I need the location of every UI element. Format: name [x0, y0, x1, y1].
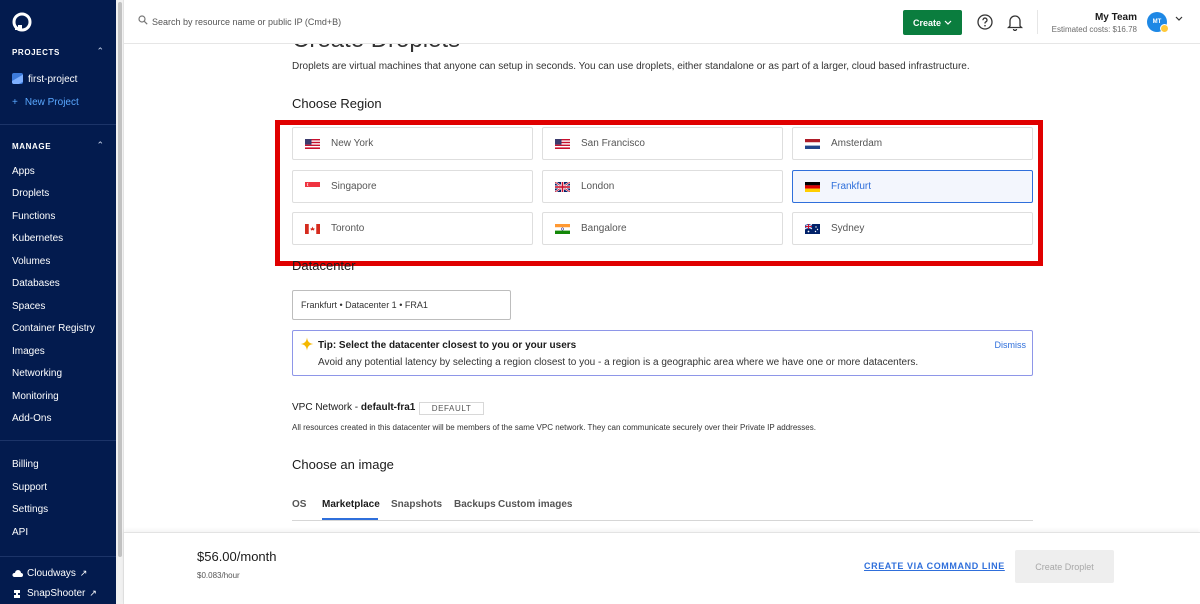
create-label: Create — [912, 17, 941, 28]
sidebar-item-kubernetes[interactable]: Kubernetes — [12, 233, 63, 244]
page-title: Create Droplets — [292, 44, 460, 54]
vpc-network-label: VPC Network - default-fra1 — [292, 402, 415, 413]
dismiss-link[interactable]: Dismiss — [995, 340, 1027, 350]
vpc-name: default-fra1 — [360, 402, 416, 413]
sidebar-link-snapshooter[interactable]: SnapShooter ↗ — [12, 588, 97, 599]
team-name[interactable]: My Team — [1095, 12, 1137, 23]
datacenter-select[interactable]: Frankfurt • Datacenter 1 • FRA1 — [292, 290, 511, 320]
tip-banner: Tip: Select the datacenter closest to yo… — [292, 330, 1033, 376]
chevron-up-icon[interactable]: ⌃ — [96, 140, 104, 151]
default-badge: DEFAULT — [419, 402, 484, 415]
main-content: Create Droplets Droplets are virtual mac… — [124, 44, 1200, 532]
top-bar: Create My Team Estimated costs: $16.78 M… — [124, 0, 1200, 44]
search-input[interactable] — [152, 13, 552, 31]
create-droplet-button[interactable]: Create Droplet — [1015, 550, 1114, 583]
sidebar-item-volumes[interactable]: Volumes — [12, 256, 50, 267]
chevron-down-icon[interactable] — [1175, 16, 1183, 22]
intro-text: Droplets are virtual machines that anyon… — [292, 61, 970, 72]
bottom-bar: $56.00/month $0.083/hour CREATE VIA COMM… — [124, 532, 1200, 604]
avatar-initials: MT — [1152, 19, 1162, 25]
vpc-prefix: VPC Network - — [292, 402, 361, 413]
snapshooter-label: SnapShooter — [27, 588, 86, 599]
sidebar-item-spaces[interactable]: Spaces — [12, 301, 45, 312]
sidebar: PROJECTS ⌃ first-project + New Project MA… — [0, 0, 116, 604]
annotation-highlight-box — [275, 120, 1043, 266]
sidebar-scrollbar-thumb[interactable] — [118, 2, 122, 557]
external-link-icon: ↗ — [89, 588, 97, 598]
hourly-price: $0.083/hour — [197, 571, 240, 580]
tab-backups[interactable]: Backups — [454, 499, 496, 510]
sparkle-icon — [300, 337, 314, 351]
active-tab-underline — [322, 518, 378, 520]
tab-snapshots[interactable]: Snapshots — [391, 499, 442, 510]
cloudways-icon — [12, 569, 23, 577]
sidebar-item-first-project[interactable]: first-project — [12, 73, 77, 85]
new-project-label: New Project — [24, 97, 79, 108]
sidebar-item-api[interactable]: API — [12, 527, 28, 538]
tab-os[interactable]: OS — [292, 499, 306, 510]
chevron-down-icon — [944, 20, 952, 25]
sidebar-item-settings[interactable]: Settings — [12, 504, 48, 515]
sidebar-item-support[interactable]: Support — [12, 482, 47, 493]
sidebar-item-apps[interactable]: Apps — [12, 166, 35, 177]
estimated-cost: Estimated costs: $16.78 — [1051, 25, 1137, 34]
sidebar-item-networking[interactable]: Networking — [12, 368, 62, 379]
tab-marketplace[interactable]: Marketplace — [322, 499, 380, 510]
tabs-rule — [292, 520, 1033, 521]
sidebar-divider — [0, 556, 116, 557]
sidebar-link-cloudways[interactable]: Cloudways ↗ — [12, 568, 87, 579]
avatar-badge-icon — [1160, 24, 1169, 33]
sidebar-item-images[interactable]: Images — [12, 346, 45, 357]
tab-custom-images[interactable]: Custom images — [498, 499, 572, 510]
search-icon — [138, 15, 148, 25]
tip-title: Tip: Select the datacenter closest to yo… — [318, 340, 577, 351]
region-heading: Choose Region — [292, 96, 382, 111]
projects-heading: PROJECTS — [12, 48, 60, 57]
sidebar-item-container-registry[interactable]: Container Registry — [12, 323, 95, 334]
image-heading: Choose an image — [292, 457, 394, 472]
datacenter-heading: Datacenter — [292, 258, 356, 273]
chevron-up-icon[interactable]: ⌃ — [96, 46, 104, 57]
sidebar-item-databases[interactable]: Databases — [12, 278, 60, 289]
project-icon — [12, 73, 23, 84]
topbar-divider — [1037, 10, 1038, 34]
sidebar-divider — [0, 440, 116, 441]
create-button[interactable]: Create — [903, 10, 962, 35]
monthly-price: $56.00/month — [197, 549, 277, 564]
sidebar-item-functions[interactable]: Functions — [12, 211, 55, 222]
bell-icon[interactable] — [1007, 13, 1023, 31]
digitalocean-logo-icon[interactable] — [12, 12, 32, 32]
cloudways-label: Cloudways — [27, 568, 76, 579]
external-link-icon: ↗ — [79, 568, 88, 578]
sidebar-item-add-ons[interactable]: Add-Ons — [12, 413, 51, 424]
sidebar-divider — [0, 124, 116, 125]
manage-heading: MANAGE — [12, 142, 52, 151]
tip-body: Avoid any potential latency by selecting… — [318, 357, 919, 368]
vpc-note: All resources created in this datacenter… — [292, 423, 816, 432]
sidebar-item-monitoring[interactable]: Monitoring — [12, 391, 59, 402]
snapshooter-icon — [14, 589, 20, 598]
new-project-link[interactable]: + New Project — [12, 97, 79, 108]
create-via-command-line-link[interactable]: CREATE VIA COMMAND LINE — [864, 561, 1005, 571]
project-name: first-project — [28, 74, 78, 85]
plus-icon: + — [12, 97, 18, 108]
sidebar-item-billing[interactable]: Billing — [12, 459, 39, 470]
sidebar-item-droplets[interactable]: Droplets — [12, 188, 49, 199]
help-icon[interactable] — [977, 14, 993, 30]
